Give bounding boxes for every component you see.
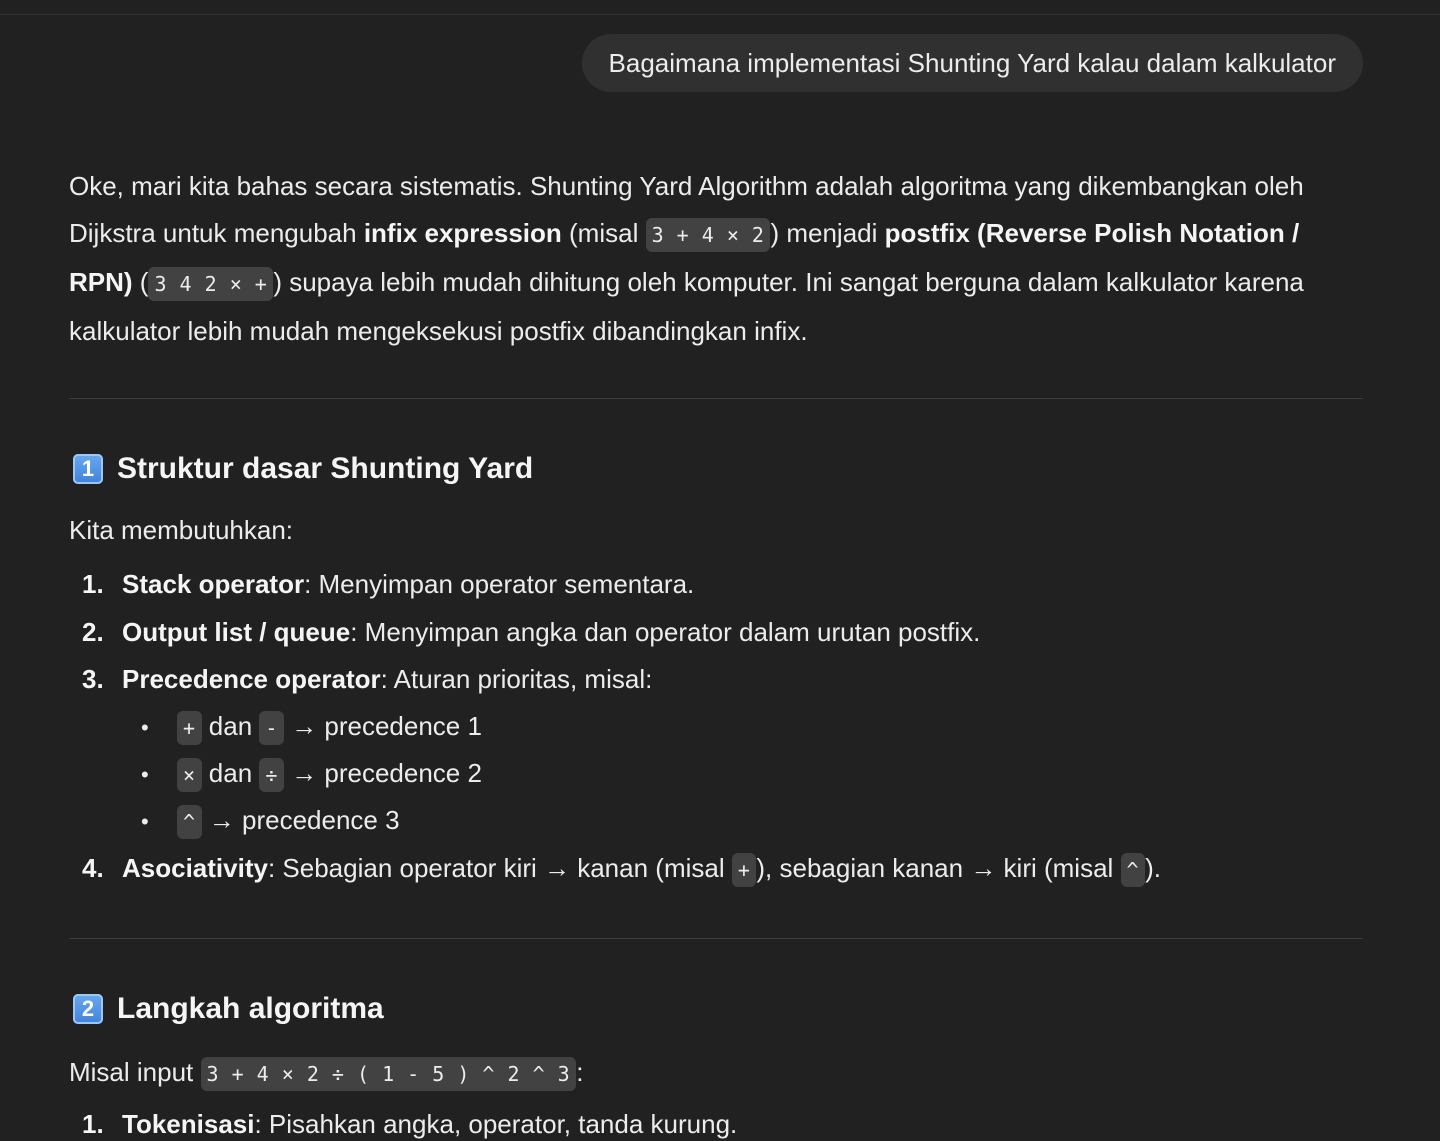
list-number: 3. [82, 664, 104, 694]
list-item-text: ). [1145, 853, 1161, 883]
bullet-text: dan [201, 711, 260, 741]
inline-code-input-expression: 3 + 4 × 2 ÷ ( 1 - 5 ) ^ 2 ^ 3 [200, 1057, 577, 1091]
bullet-dot-icon: • [141, 762, 149, 787]
lead-text: Misal input [69, 1057, 201, 1087]
bullet-text: → precedence 1 [283, 711, 482, 741]
list-item: 1. Tokenisasi: Pisahkan angka, operator, … [82, 1107, 737, 1141]
section-divider [69, 938, 1363, 939]
section-heading-2: 2 Langkah algoritma [73, 992, 384, 1026]
inline-code-operator: ^ [1120, 853, 1146, 887]
list-item: 1. Stack operator: Menyimpan operator sem… [82, 567, 694, 601]
intro-text-2: (misal [561, 218, 646, 248]
section-divider [69, 398, 1363, 399]
assistant-intro-paragraph: Oke, mari kita bahas secara sistematis. … [69, 163, 1363, 355]
inline-code-infix-example: 3 + 4 × 2 [645, 218, 771, 252]
list-item: 4. Asociativity: Sebagian operator kiri →… [82, 851, 1161, 887]
section1-lead: Kita membutuhkan: [69, 515, 294, 545]
intro-text-4: ( [132, 267, 149, 297]
keycap-one-icon: 1 [73, 454, 103, 484]
section-heading-1: 1 Struktur dasar Shunting Yard [73, 452, 533, 486]
list-item-term: Precedence operator [122, 664, 381, 694]
list-item-term: Asociativity [122, 853, 268, 883]
section-title-1: Struktur dasar Shunting Yard [117, 452, 534, 485]
user-message-bubble[interactable]: Bagaimana implementasi Shunting Yard kal… [581, 34, 1363, 92]
bullet-text: → precedence 2 [283, 758, 482, 788]
list-item: 2. Output list / queue: Menyimpan angka d… [82, 615, 980, 649]
intro-text-3: ) menjadi [770, 218, 885, 248]
conversation: Bagaimana implementasi Shunting Yard kal… [69, 0, 1363, 1139]
list-item-text: : Menyimpan angka dan operator dalam uru… [350, 617, 981, 647]
list-item: 3. Precedence operator: Aturan prioritas,… [82, 662, 652, 696]
inline-code-operator: + [177, 711, 202, 745]
list-item-term: Stack operator [122, 569, 305, 599]
list-item-text: : Aturan prioritas, misal: [380, 664, 653, 694]
inline-code-operator: - [259, 711, 284, 745]
list-item-text: ), sebagian kanan → kiri (misal [756, 853, 1121, 883]
lead-text-end: : [576, 1057, 584, 1087]
list-number: 4. [82, 853, 104, 883]
bullet-dot-icon: • [141, 715, 149, 740]
list-number: 1. [82, 569, 104, 599]
list-item-text: : Sebagian operator kiri → kanan (misal [267, 853, 732, 883]
inline-code-operator: ^ [177, 805, 202, 839]
inline-code-operator: × [177, 758, 202, 792]
inline-code-operator: + [731, 853, 757, 887]
bullet-item: • ^ → precedence 3 [141, 803, 400, 839]
section-title-2: Langkah algoritma [117, 992, 384, 1025]
list-number: 2. [82, 617, 104, 647]
inline-code-operator: ÷ [259, 758, 284, 792]
keycap-two-icon: 2 [73, 994, 103, 1024]
intro-bold-infix: infix expression [363, 218, 562, 248]
bullet-text: → precedence 3 [201, 805, 400, 835]
bullet-item: • + dan - → precedence 1 [141, 709, 482, 745]
bullet-item: • × dan ÷ → precedence 2 [141, 756, 482, 792]
bullet-dot-icon: • [141, 809, 149, 834]
user-message-row: Bagaimana implementasi Shunting Yard kal… [69, 34, 1363, 92]
bullet-text: dan [201, 758, 260, 788]
inline-code-postfix-example: 3 4 2 × + [148, 267, 274, 301]
section2-lead: Misal input 3 + 4 × 2 ÷ ( 1 - 5 ) ^ 2 ^ … [69, 1049, 1363, 1098]
list-number: 1. [82, 1109, 104, 1139]
list-item-text: : Menyimpan operator sementara. [304, 569, 695, 599]
list-item-term: Output list / queue [122, 617, 351, 647]
